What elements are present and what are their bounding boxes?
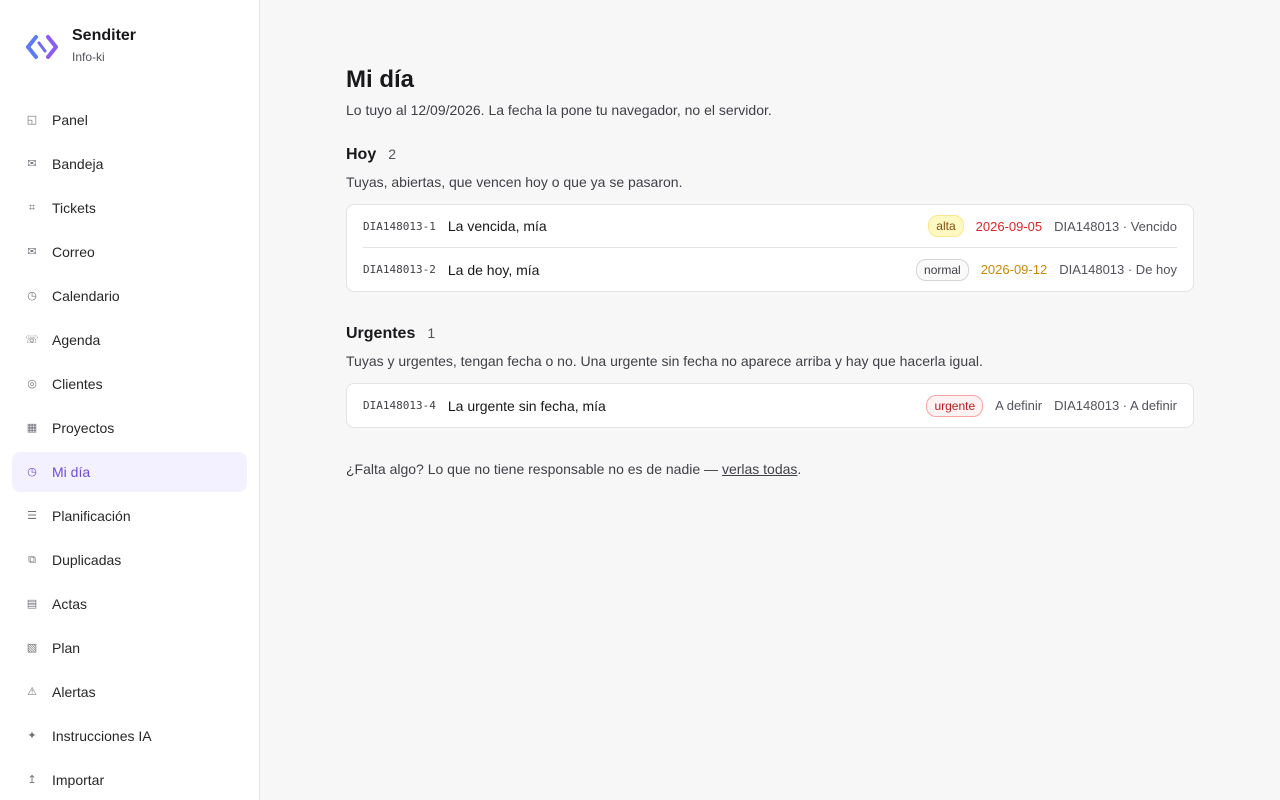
sidebar-item-label: Proyectos — [52, 420, 115, 436]
task-row[interactable]: DIA148013-1 La vencida, mía alta 2026-09-05… — [363, 205, 1177, 248]
sidebar-item-label: Planificación — [52, 508, 131, 524]
inbox-icon: ✉ — [27, 157, 37, 170]
sidebar-item-importar[interactable]: ↥ Importar — [12, 760, 247, 800]
sidebar-item-correo[interactable]: ✉ Correo — [12, 232, 247, 272]
sidebar-item-label: Actas — [52, 596, 88, 612]
clients-icon: ◎ — [27, 377, 37, 390]
brand[interactable]: Senditer Info-ki — [24, 26, 136, 65]
sidebar-item-label: Alertas — [52, 684, 96, 700]
projects-icon: ▦ — [26, 421, 38, 434]
duplicate-icon: ⧉ — [28, 553, 36, 566]
task-title[interactable]: La vencida, mía — [448, 218, 928, 234]
sidebar-item-label: Tickets — [52, 200, 96, 216]
section-hoy-count: 2 — [388, 146, 397, 162]
sidebar-item-label: Agenda — [52, 332, 101, 348]
task-meta: DIA148013 · De hoy — [1059, 262, 1177, 277]
sidebar-item-panel[interactable]: ◱ Panel — [12, 100, 247, 140]
brand-name: Senditer — [72, 27, 137, 44]
section-hoy-title: Hoy — [346, 146, 377, 163]
sidebar-item-clientes[interactable]: ◎ Clientes — [12, 364, 247, 404]
sidebar-item-label: Panel — [52, 112, 88, 128]
logo-icon — [26, 35, 58, 59]
footer-text: ¿Falta algo? Lo que no tiene responsable… — [346, 461, 722, 477]
panel-icon: ◱ — [26, 113, 38, 126]
mail-icon: ✉ — [27, 245, 37, 258]
priority-badge: alta — [928, 215, 964, 237]
minutes-icon: ▤ — [26, 597, 38, 610]
section-urgentes-list: DIA148013-4 La urgente sin fecha, mía urge… — [346, 383, 1194, 428]
sidebar: Senditer Info-ki ◱ Panel ✉ Bandeja ⌗ Tickets ✉… — [0, 0, 260, 800]
priority-badge: urgente — [926, 394, 984, 417]
task-title[interactable]: La de hoy, mía — [448, 262, 916, 278]
sidebar-item-mi-d-a[interactable]: ◷ Mi día — [12, 452, 247, 492]
brand-subtitle: Info-ki — [72, 50, 105, 64]
task-meta: DIA148013 · Vencido — [1054, 218, 1177, 234]
sidebar-item-label: Calendario — [52, 288, 120, 304]
task-id[interactable]: DIA148013-1 — [363, 220, 436, 233]
list-icon: ☰ — [27, 509, 37, 522]
section-urgentes-title: Urgentes — [346, 325, 416, 342]
sidebar-item-calendario[interactable]: ◷ Calendario — [12, 276, 247, 316]
priority-badge: normal — [916, 258, 969, 281]
section-hoy-header: Hoy 2 — [346, 146, 396, 164]
due-date: 2026-09-05 — [975, 218, 1043, 234]
page-title: Mi día — [346, 66, 415, 93]
see-all-link[interactable]: verlas todas — [722, 461, 797, 477]
task-row[interactable]: DIA148013-2 La de hoy, mía normal 2026-09-1… — [363, 248, 1177, 291]
sidebar-nav: ◱ Panel ✉ Bandeja ⌗ Tickets ✉ Correo ◷ Calendario… — [12, 100, 247, 800]
phone-icon: ☏ — [25, 333, 39, 346]
tickets-icon: ⌗ — [28, 201, 36, 214]
due-date: A definir — [995, 398, 1043, 413]
page-subtitle: Lo tuyo al 12/09/2026. La fecha la pone … — [346, 102, 772, 118]
alert-icon: ⚠ — [27, 685, 37, 698]
sidebar-item-label: Importar — [52, 772, 105, 788]
sidebar-item-label: Duplicadas — [52, 552, 122, 568]
sidebar-item-label: Bandeja — [52, 156, 104, 172]
clock-icon: ◷ — [27, 465, 37, 478]
footer-end: . — [797, 461, 802, 477]
sidebar-item-label: Correo — [52, 244, 95, 260]
section-urgentes-header: Urgentes 1 — [346, 325, 435, 343]
sidebar-item-label: Instrucciones IA — [52, 728, 152, 744]
calendar-icon: ◷ — [27, 289, 37, 302]
footer-note: ¿Falta algo? Lo que no tiene responsable… — [346, 459, 801, 479]
sidebar-item-agenda[interactable]: ☏ Agenda — [12, 320, 247, 360]
import-icon: ↥ — [27, 773, 37, 786]
section-hoy-list: DIA148013-1 La vencida, mía alta 2026-09-05… — [346, 204, 1194, 292]
plan-icon: ▧ — [26, 641, 38, 654]
sidebar-item-instrucciones-ia[interactable]: ✦ Instrucciones IA — [12, 716, 247, 756]
due-date: 2026-09-12 — [980, 262, 1048, 277]
task-id[interactable]: DIA148013-4 — [363, 399, 436, 412]
sidebar-item-tickets[interactable]: ⌗ Tickets — [12, 188, 247, 228]
sidebar-item-label: Mi día — [52, 464, 91, 480]
sidebar-item-actas[interactable]: ▤ Actas — [12, 584, 247, 624]
section-urgentes-description: Tuyas y urgentes, tengan fecha o no. Una… — [346, 353, 983, 369]
section-urgentes-count: 1 — [427, 325, 436, 341]
section-hoy-description: Tuyas, abiertas, que vencen hoy o que ya… — [346, 174, 683, 190]
sidebar-item-label: Plan — [52, 640, 81, 656]
task-row[interactable]: DIA148013-4 La urgente sin fecha, mía urge… — [363, 384, 1177, 427]
sidebar-item-plan[interactable]: ▧ Plan — [12, 628, 247, 668]
sidebar-item-duplicadas[interactable]: ⧉ Duplicadas — [12, 540, 247, 580]
sparkle-icon: ✦ — [27, 729, 37, 742]
sidebar-item-bandeja[interactable]: ✉ Bandeja — [12, 144, 247, 184]
sidebar-item-planificaci-n[interactable]: ☰ Planificación — [12, 496, 247, 536]
sidebar-item-proyectos[interactable]: ▦ Proyectos — [12, 408, 247, 448]
sidebar-item-alertas[interactable]: ⚠ Alertas — [12, 672, 247, 712]
task-meta: DIA148013 · A definir — [1054, 398, 1177, 413]
sidebar-item-label: Clientes — [52, 376, 103, 392]
task-id[interactable]: DIA148013-2 — [363, 263, 436, 276]
task-title[interactable]: La urgente sin fecha, mía — [448, 398, 927, 414]
